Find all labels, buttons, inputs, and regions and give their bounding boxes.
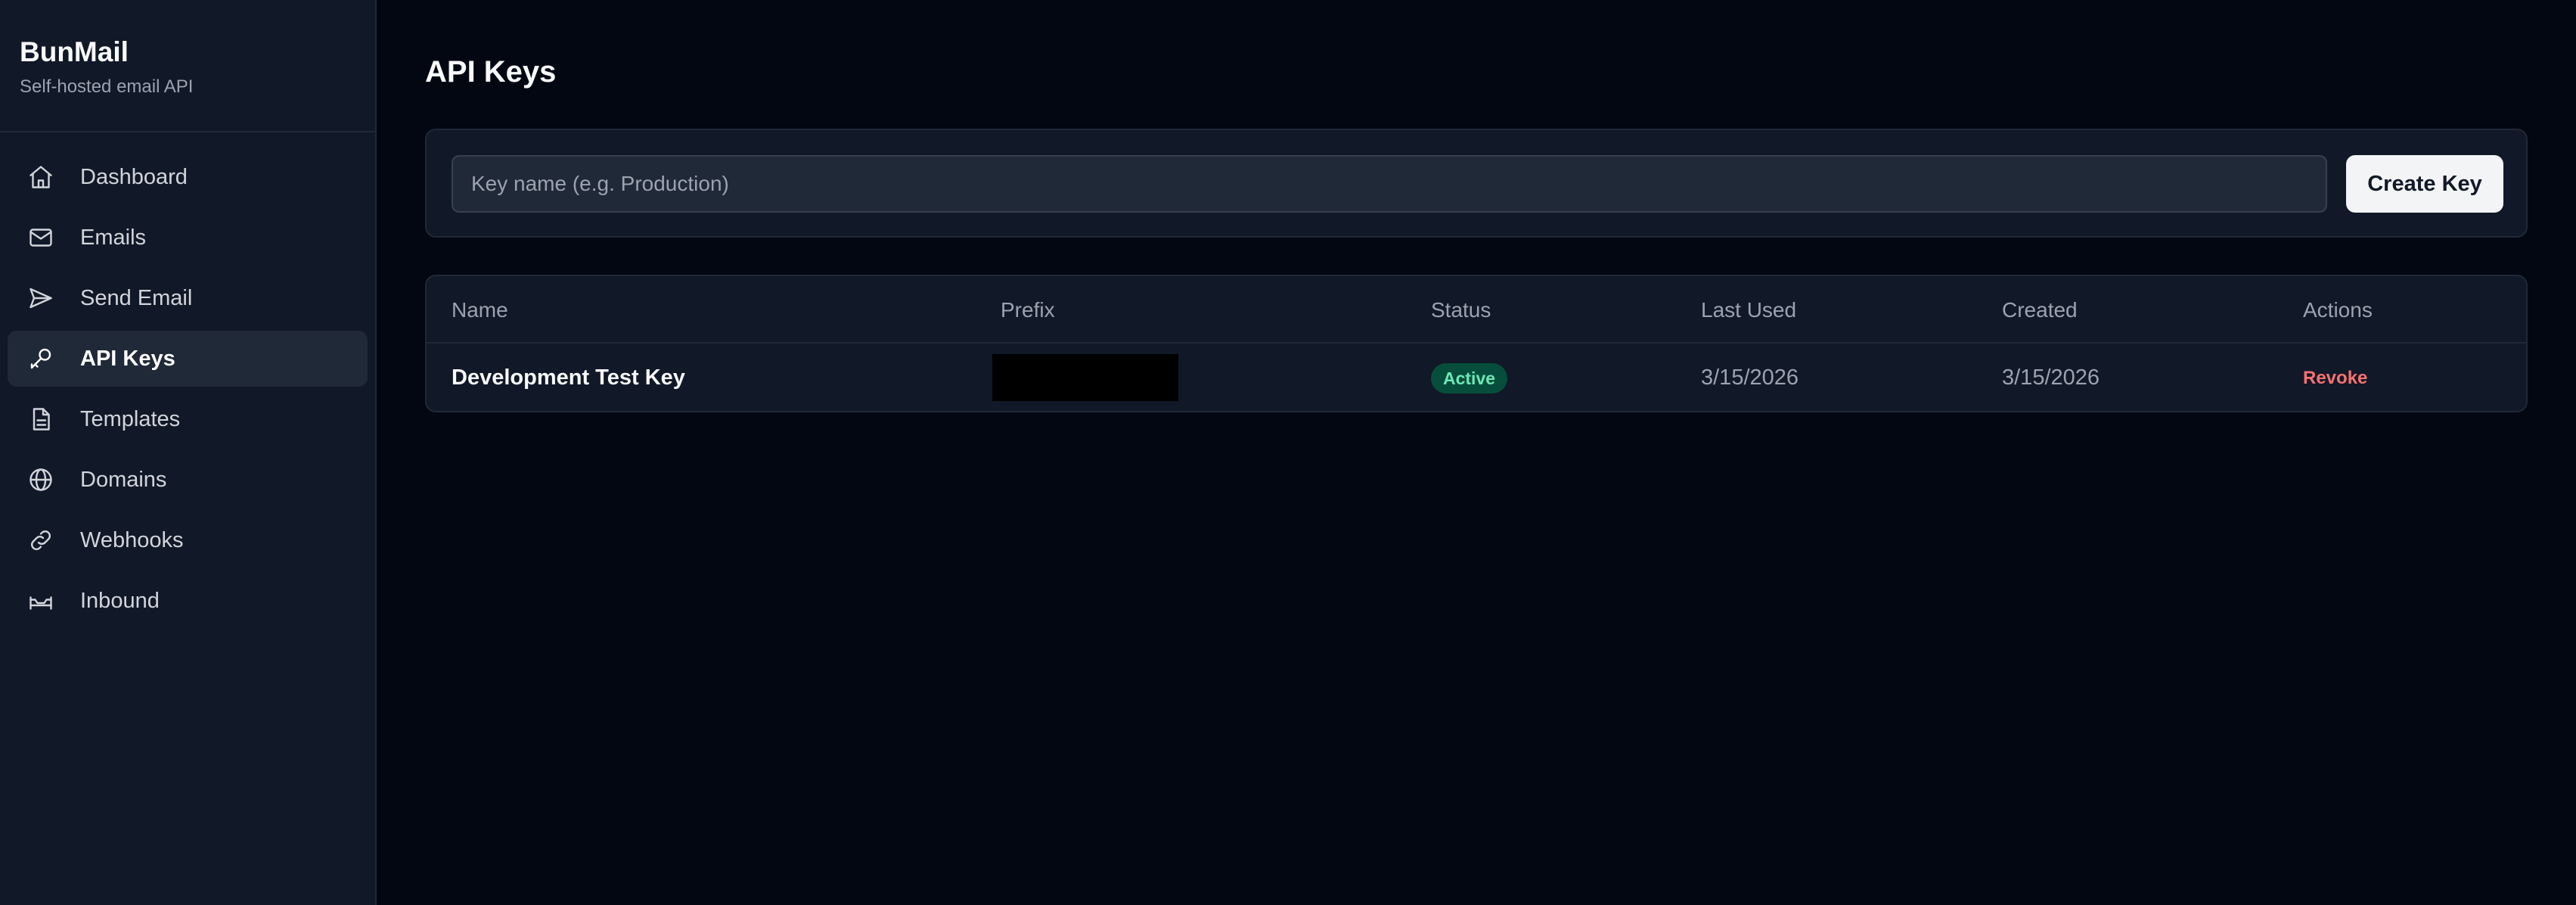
link-icon bbox=[26, 525, 56, 555]
column-header-last-used: Last Used bbox=[1701, 298, 1797, 322]
sidebar: BunMail Self-hosted email API Dashboard … bbox=[0, 0, 377, 905]
sidebar-item-label: API Keys bbox=[80, 346, 175, 371]
sidebar-item-emails[interactable]: Emails bbox=[8, 210, 368, 266]
sidebar-item-label: Domains bbox=[80, 467, 167, 492]
brand-subtitle: Self-hosted email API bbox=[20, 76, 194, 97]
sidebar-item-domains[interactable]: Domains bbox=[8, 452, 368, 508]
globe-icon bbox=[26, 465, 56, 495]
sidebar-item-label: Emails bbox=[80, 225, 147, 250]
sidebar-nav: Dashboard Emails Send Email API Keys Tem… bbox=[0, 132, 375, 629]
created-cell: 3/15/2026 bbox=[2002, 365, 2100, 390]
sidebar-item-label: Templates bbox=[80, 406, 181, 431]
key-name-input[interactable] bbox=[452, 155, 2327, 213]
column-header-actions: Actions bbox=[2303, 298, 2373, 322]
column-header-prefix: Prefix bbox=[1001, 298, 1055, 322]
status-badge: Active bbox=[1431, 363, 1508, 393]
sidebar-item-api-keys[interactable]: API Keys bbox=[8, 331, 368, 387]
sidebar-item-label: Send Email bbox=[80, 285, 193, 310]
last-used-cell: 3/15/2026 bbox=[1701, 365, 1799, 390]
column-header-status: Status bbox=[1431, 298, 1491, 322]
main-content: API Keys Create Key Name Prefix Status L… bbox=[378, 0, 2576, 905]
table-row: Development Test Key Active 3/15/2026 3/… bbox=[427, 344, 2526, 411]
brand-title: BunMail bbox=[20, 36, 129, 67]
sidebar-item-dashboard[interactable]: Dashboard bbox=[8, 149, 368, 205]
mail-icon bbox=[26, 222, 56, 253]
sidebar-item-label: Webhooks bbox=[80, 527, 184, 552]
key-name-cell: Development Test Key bbox=[452, 365, 685, 390]
sidebar-item-label: Inbound bbox=[80, 588, 160, 613]
inbox-icon bbox=[26, 586, 56, 616]
sidebar-item-webhooks[interactable]: Webhooks bbox=[8, 512, 368, 568]
column-header-created: Created bbox=[2002, 298, 2078, 322]
sidebar-item-templates[interactable]: Templates bbox=[8, 391, 368, 447]
revoke-button[interactable]: Revoke bbox=[2303, 344, 2367, 411]
create-key-panel: Create Key bbox=[425, 129, 2528, 238]
sidebar-item-send-email[interactable]: Send Email bbox=[8, 270, 368, 326]
table-header: Name Prefix Status Last Used Created Act… bbox=[427, 276, 2526, 344]
key-prefix-cell bbox=[992, 354, 1178, 401]
sidebar-item-label: Dashboard bbox=[80, 164, 188, 189]
api-keys-table: Name Prefix Status Last Used Created Act… bbox=[425, 275, 2528, 412]
create-key-button[interactable]: Create Key bbox=[2346, 155, 2503, 213]
file-icon bbox=[26, 404, 56, 434]
page-title: API Keys bbox=[425, 55, 557, 89]
column-header-name: Name bbox=[452, 298, 508, 322]
sidebar-item-inbound[interactable]: Inbound bbox=[8, 573, 368, 629]
brand: BunMail Self-hosted email API bbox=[0, 0, 375, 132]
home-icon bbox=[26, 162, 56, 192]
key-icon bbox=[26, 344, 56, 374]
send-icon bbox=[26, 283, 56, 313]
